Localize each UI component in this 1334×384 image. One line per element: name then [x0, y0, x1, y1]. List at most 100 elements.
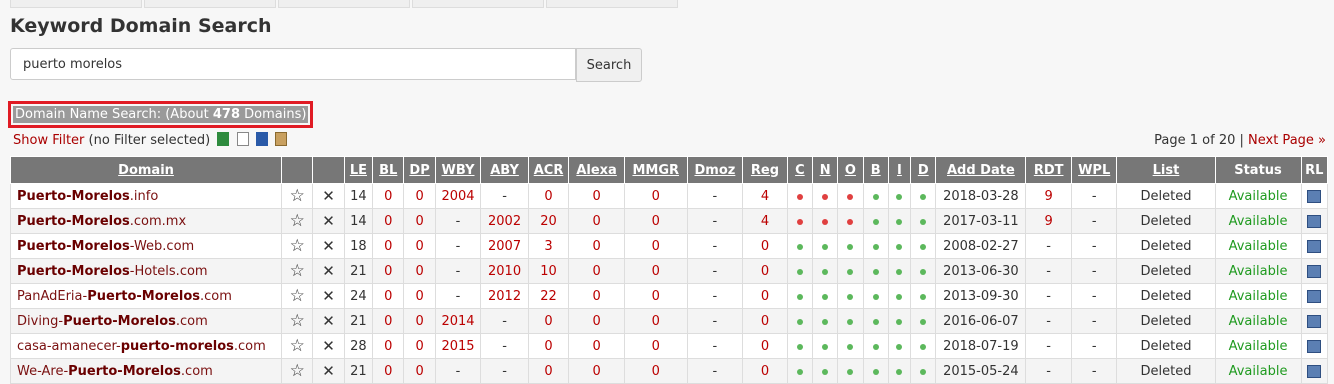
green-dot-icon: [847, 243, 854, 250]
column-header-wpl[interactable]: WPL: [1070, 156, 1118, 184]
alexa-cell: 0: [568, 283, 625, 309]
add-date-cell: 2013-09-30: [935, 283, 1027, 309]
star-icon[interactable]: ☆: [290, 286, 305, 306]
clipboard-icon[interactable]: [274, 132, 287, 146]
wpl-cell: -: [1070, 208, 1118, 234]
le-cell: 21: [343, 358, 374, 384]
domain-cell[interactable]: We-Are-Puerto-Morelos.com: [9, 358, 283, 384]
registrar-link-icon[interactable]: [1307, 364, 1322, 378]
status-cell: Available: [1214, 358, 1302, 384]
domain-cell[interactable]: Puerto-Morelos.info: [9, 183, 283, 209]
status-cell: Available: [1214, 233, 1302, 259]
rl-cell: [1300, 358, 1328, 384]
star-icon[interactable]: ☆: [290, 361, 305, 381]
registrar-link-icon[interactable]: [1307, 189, 1322, 203]
wby-cell: -: [434, 258, 482, 284]
column-header-reg[interactable]: Reg: [742, 156, 788, 184]
close-icon[interactable]: ✕: [322, 212, 335, 230]
column-header-rdt[interactable]: RDT: [1025, 156, 1072, 184]
registrar-link-icon[interactable]: [1307, 314, 1322, 328]
registrar-link-icon[interactable]: [1307, 264, 1322, 278]
dp-cell: 0: [403, 233, 436, 259]
rdt-cell: -: [1025, 233, 1072, 259]
close-icon[interactable]: ✕: [322, 362, 335, 380]
column-header-b[interactable]: B: [862, 156, 889, 184]
column-header-add-date[interactable]: Add Date: [935, 156, 1027, 184]
green-dot-icon: [872, 268, 879, 275]
result-summary-text: Domain Name Search: (About 478 Domains): [13, 106, 309, 123]
column-header-domain[interactable]: Domain: [9, 156, 283, 184]
top-tab[interactable]: [10, 0, 142, 8]
close-icon[interactable]: ✕: [322, 287, 335, 305]
dmoz-cell: -: [686, 258, 744, 284]
close-icon[interactable]: ✕: [322, 337, 335, 355]
star-icon[interactable]: ☆: [290, 211, 305, 231]
star-icon[interactable]: ☆: [290, 236, 305, 256]
column-header-list[interactable]: List: [1116, 156, 1216, 184]
column-header-mmgr[interactable]: MMGR: [623, 156, 688, 184]
column-header-alexa[interactable]: Alexa: [568, 156, 625, 184]
column-header-i[interactable]: I: [887, 156, 912, 184]
b-status-cell: [862, 258, 889, 284]
registrar-link-icon[interactable]: [1307, 214, 1322, 228]
close-icon[interactable]: ✕: [322, 187, 335, 205]
aby-cell: -: [480, 308, 529, 334]
show-filter-link[interactable]: Show Filter: [13, 133, 84, 148]
top-tab[interactable]: [412, 0, 544, 8]
domain-cell[interactable]: casa-amanecer-puerto-morelos.com: [9, 333, 283, 359]
favorite-cell: ☆: [281, 208, 314, 234]
column-header-d[interactable]: D: [910, 156, 937, 184]
csv-export-icon[interactable]: [217, 132, 230, 146]
search-button[interactable]: Search: [576, 48, 642, 82]
domain-cell[interactable]: Puerto-Morelos-Hotels.com: [9, 258, 283, 284]
acr-cell: 0: [527, 183, 570, 209]
column-header-wby[interactable]: WBY: [434, 156, 482, 184]
green-dot-icon: [847, 368, 854, 375]
domain-cell[interactable]: Puerto-Morelos-Web.com: [9, 233, 283, 259]
table-row: We-Are-Puerto-Morelos.com ☆ ✕ 21 0 0- -0 0 0-0 20…: [9, 358, 1328, 384]
star-icon[interactable]: ☆: [290, 311, 305, 331]
i-status-cell: [887, 283, 912, 309]
search-input[interactable]: [10, 48, 576, 80]
mmgr-cell: 0: [623, 333, 688, 359]
column-header-c[interactable]: C: [786, 156, 814, 184]
column-header-dmoz[interactable]: Dmoz: [686, 156, 744, 184]
text-export-icon[interactable]: [236, 132, 249, 146]
top-tab[interactable]: [278, 0, 410, 8]
column-header-bl[interactable]: BL: [372, 156, 405, 184]
page-indicator: Page 1 of 20 |: [1154, 133, 1249, 148]
column-header-dp[interactable]: DP: [403, 156, 436, 184]
domain-cell[interactable]: PanAdEria-Puerto-Morelos.com: [9, 283, 283, 309]
star-icon[interactable]: ☆: [290, 261, 305, 281]
registrar-link-icon[interactable]: [1307, 289, 1322, 303]
aby-cell: -: [480, 333, 529, 359]
registrar-link-icon[interactable]: [1307, 339, 1322, 353]
reg-cell: 0: [742, 258, 788, 284]
close-icon[interactable]: ✕: [322, 312, 335, 330]
domain-cell[interactable]: Puerto-Morelos.com.mx: [9, 208, 283, 234]
o-status-cell: [837, 258, 864, 284]
close-icon[interactable]: ✕: [322, 237, 335, 255]
domain-cell[interactable]: Diving-Puerto-Morelos.com: [9, 308, 283, 334]
next-page-link[interactable]: Next Page »: [1248, 133, 1326, 148]
green-dot-icon: [872, 318, 879, 325]
d-status-cell: [910, 183, 937, 209]
star-icon[interactable]: ☆: [290, 186, 305, 206]
column-header-le[interactable]: LE: [343, 156, 374, 184]
column-header-aby[interactable]: ABY: [480, 156, 529, 184]
green-dot-icon: [920, 193, 927, 200]
summary-suffix: Domains): [240, 107, 307, 122]
list-cell: Deleted: [1116, 308, 1216, 334]
save-icon[interactable]: [255, 132, 268, 146]
green-dot-icon: [920, 293, 927, 300]
reg-cell: 0: [742, 358, 788, 384]
close-icon[interactable]: ✕: [322, 262, 335, 280]
top-tab[interactable]: [546, 0, 678, 8]
column-header-acr[interactable]: ACR: [527, 156, 570, 184]
top-tab[interactable]: [144, 0, 276, 8]
registrar-link-icon[interactable]: [1307, 239, 1322, 253]
column-header-n[interactable]: N: [811, 156, 839, 184]
column-header-o[interactable]: O: [837, 156, 864, 184]
star-icon[interactable]: ☆: [290, 336, 305, 356]
acr-cell: 0: [527, 333, 570, 359]
